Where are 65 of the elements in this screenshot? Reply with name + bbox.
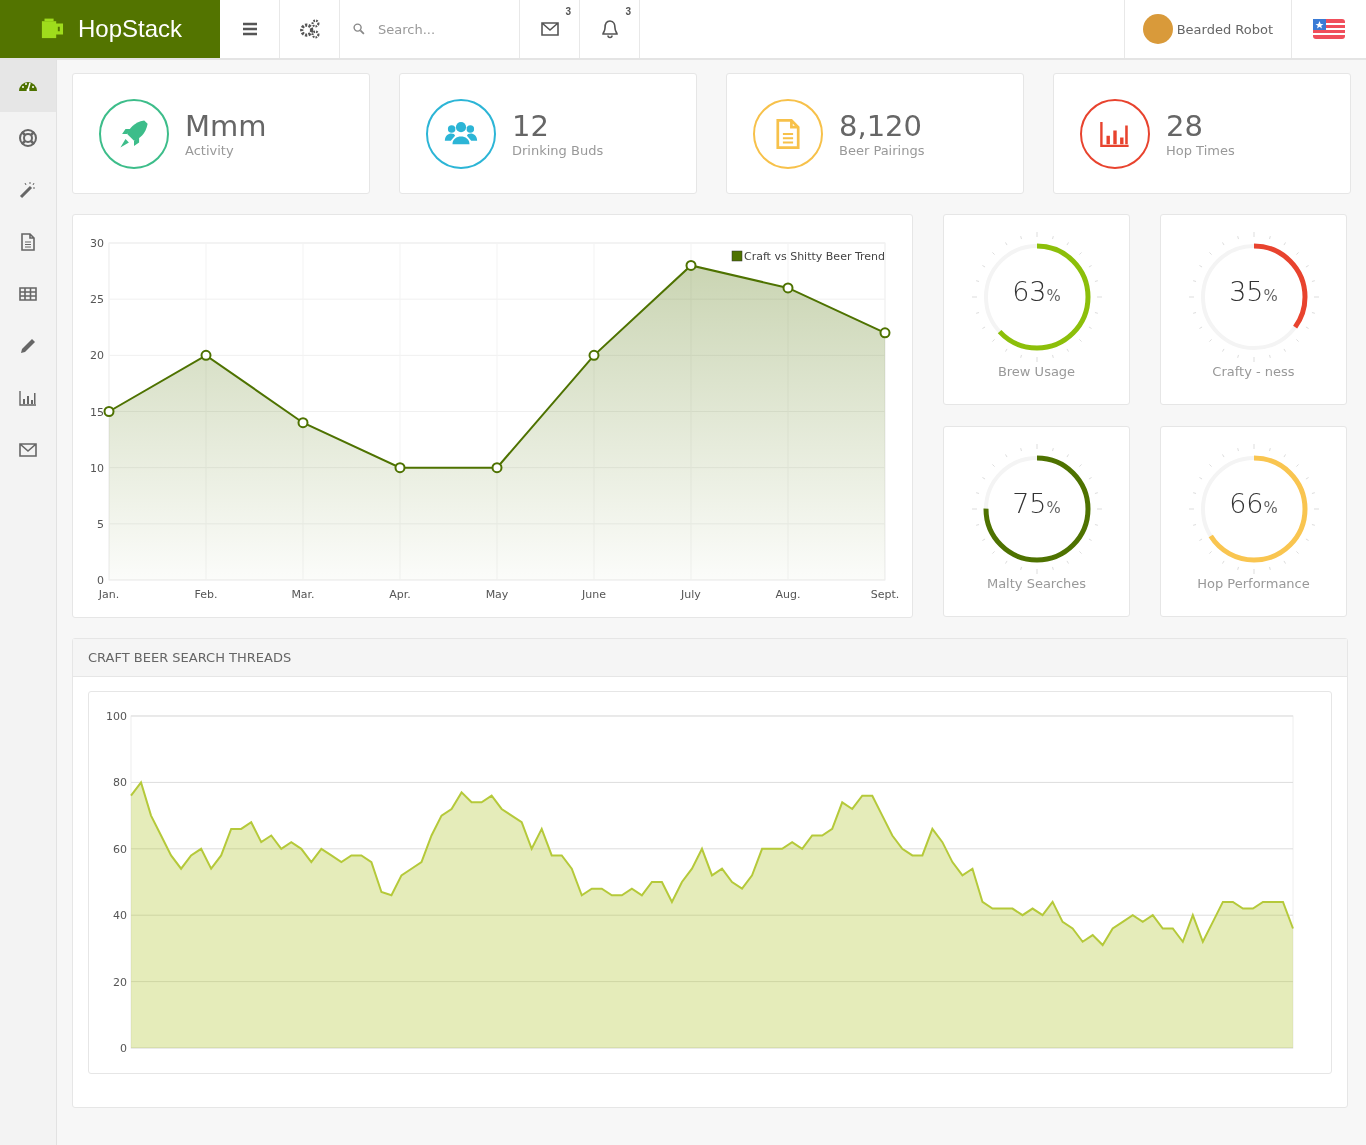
y-axis-label: 0 [97, 574, 104, 587]
legend-label: Craft vs Shitty Beer Trend [744, 250, 886, 263]
stat-value: Mmm [185, 109, 267, 143]
lifebuoy-icon [18, 128, 38, 148]
x-axis-label: July [681, 588, 701, 601]
percent-sign: % [1263, 287, 1278, 305]
avatar [1142, 14, 1173, 44]
gauge-value: 63 [1012, 276, 1047, 307]
flag-icon [1313, 19, 1345, 39]
y-axis-label: 40 [113, 909, 127, 923]
x-axis-label: Sept. [870, 588, 900, 601]
stat-label: Activity [185, 143, 235, 158]
data-point [879, 327, 891, 339]
gauge-value: 66 [1229, 488, 1264, 519]
stat-label: Hop Times [1166, 143, 1235, 158]
y-axis-label: 0 [120, 1042, 127, 1055]
gauge-label: Malty Searches [986, 576, 1087, 591]
pencil-icon [18, 336, 38, 356]
search-icon [352, 22, 366, 36]
percent-sign: % [1046, 287, 1061, 305]
app-logo-text[interactable]: HopStack [78, 15, 183, 43]
y-axis-label: 5 [97, 517, 104, 531]
message-count: 3 [565, 6, 571, 17]
percent-sign: % [1046, 499, 1061, 517]
user-menu[interactable]: Bearded Robot [1123, 0, 1292, 58]
y-axis-label: 100 [106, 710, 127, 723]
y-axis-label: 25 [90, 293, 104, 307]
stat-value: 8,120 [839, 109, 924, 143]
stat-label: Beer Pairings [839, 143, 925, 158]
gauge-label: Hop Performance [1197, 576, 1310, 591]
x-axis-label: Apr. [389, 588, 411, 601]
bar-chart-icon [18, 388, 38, 408]
stat-value: 12 [512, 109, 550, 143]
x-axis-label: June [582, 588, 606, 601]
y-axis-label: 80 [113, 776, 127, 790]
gauge-label: Brew Usage [997, 364, 1076, 379]
y-axis-label: 10 [90, 461, 104, 475]
notification-count: 3 [625, 6, 631, 17]
y-axis-label: 20 [113, 975, 127, 989]
x-axis-label: Aug. [775, 588, 801, 601]
mail-icon [18, 440, 38, 460]
x-axis-label: Mar. [291, 588, 315, 601]
settings-icon [298, 18, 321, 40]
y-axis-label: 20 [90, 349, 104, 363]
x-axis-label: Feb. [194, 588, 218, 601]
y-axis-label: 15 [90, 405, 104, 419]
sidebar-item[interactable] [0, 60, 56, 112]
gauge-value: 75 [1012, 488, 1047, 519]
y-axis-label: 60 [113, 842, 127, 856]
stat-value: 28 [1166, 109, 1204, 143]
gauge-value: 35 [1229, 276, 1264, 307]
document-icon [18, 232, 38, 252]
mail-icon [539, 19, 560, 39]
percent-sign: % [1263, 499, 1278, 517]
panel-title: CRAFT BEER SEARCH THREADS [73, 639, 1347, 677]
table-icon [18, 284, 38, 304]
data-point [103, 406, 115, 417]
x-axis-label: May [485, 588, 509, 601]
gauge-label: Crafty - ness [1212, 364, 1295, 379]
magic-wand-icon [18, 180, 38, 200]
legend-swatch [731, 250, 743, 262]
stat-label: Drinking Buds [512, 143, 604, 158]
y-axis-label: 30 [90, 237, 104, 250]
bell-icon [599, 19, 620, 39]
x-axis-label: Jan. [98, 588, 120, 601]
